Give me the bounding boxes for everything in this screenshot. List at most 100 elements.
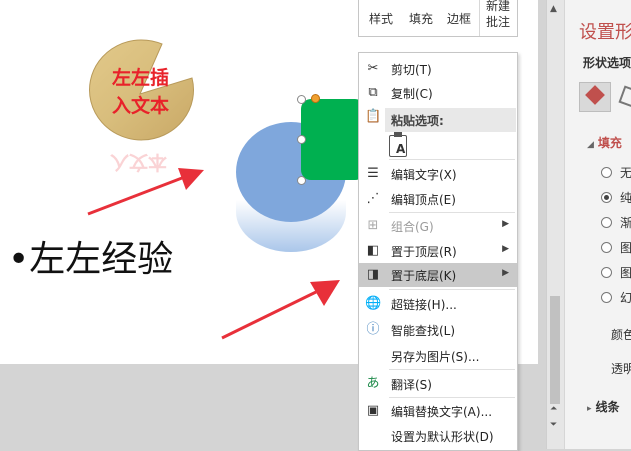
vertical-scrollbar[interactable]: ▲ ⏶ ⏷	[546, 0, 564, 449]
fill-option-picture[interactable]: 图	[601, 239, 631, 256]
fill-option-label: 图	[620, 266, 631, 280]
fill-option-label: 纯	[620, 191, 631, 205]
menu-item-send-to-back[interactable]: ◨ 置于底层(K) ▶	[359, 263, 517, 287]
menu-item-translate[interactable]: あ 翻译(S)	[359, 372, 517, 396]
scissors-icon: ✂	[367, 61, 379, 76]
collapse-icon: ◢	[587, 140, 594, 150]
fill-option-label: 图	[620, 241, 631, 255]
menu-item-save-as-picture[interactable]: 另存为图片(S)...	[359, 344, 517, 368]
paste-keep-text-icon[interactable]: A	[389, 132, 407, 157]
menu-item-edit-points[interactable]: ⋰ 编辑顶点(E)	[359, 187, 517, 211]
radio-icon	[601, 242, 612, 253]
context-menu: ✂ 剪切(T) ⧉ 复制(C) 📋 粘贴选项: A ☰ 编辑文字(X) ⋰ 编辑…	[358, 52, 518, 451]
radio-selected-icon	[601, 192, 612, 203]
radio-icon	[601, 292, 612, 303]
menu-item-bring-to-front[interactable]: ◧ 置于顶层(R) ▶	[359, 239, 517, 263]
menu-item-hyperlink[interactable]: 🌐 超链接(H)...	[359, 292, 517, 316]
fill-line-tab[interactable]	[579, 82, 611, 112]
paste-icon: 📋	[365, 109, 382, 124]
menu-item-label: 剪切(T)	[391, 63, 432, 77]
menu-separator	[389, 212, 515, 213]
new-comment-line-2: 批注	[485, 15, 510, 29]
menu-item-cut[interactable]: ✂ 剪切(T)	[359, 57, 517, 81]
menu-item-smart-lookup[interactable]: ⓘ 智能查找(L)	[359, 318, 517, 342]
lines-section[interactable]: ▸ 线条	[587, 398, 620, 415]
fill-option-label: 无	[620, 166, 631, 180]
menu-item-label: 翻译(S)	[391, 378, 432, 392]
fill-option-gradient[interactable]: 渐	[601, 214, 631, 231]
edit-points-icon: ⋰	[366, 191, 380, 206]
smart-lookup-icon: ⓘ	[366, 322, 380, 337]
style-button[interactable]: 样式	[365, 0, 397, 36]
previous-slide-icon[interactable]: ⏶	[550, 404, 557, 414]
bring-front-icon: ◧	[366, 243, 380, 258]
fill-option-slide-background[interactable]: 幻	[601, 289, 631, 306]
format-shape-pane: 设置形 形状选项 ◢填充 无 纯 渐 图 图 幻 颜色 透明 ▸线条	[564, 0, 631, 449]
submenu-arrow-icon: ▶	[502, 219, 509, 229]
menu-item-label: 组合(G)	[391, 220, 434, 234]
menu-item-label: 智能查找(L)	[391, 324, 456, 338]
fill-option-label: 幻	[620, 291, 631, 305]
mini-toolbar: 样式 填充 边框 新建 批注	[358, 0, 518, 37]
adjust-handle[interactable]	[311, 94, 320, 103]
resize-handle-bottom-left[interactable]	[297, 176, 306, 185]
alt-text-icon: ▣	[366, 403, 380, 418]
fill-option-pattern[interactable]: 图	[601, 264, 631, 281]
color-label: 颜色	[611, 328, 631, 342]
submenu-arrow-icon: ▶	[502, 268, 509, 278]
menu-item-label: 编辑替换文字(A)...	[391, 405, 493, 419]
hyperlink-icon: 🌐	[365, 296, 382, 311]
menu-separator	[389, 397, 515, 398]
textbox-line-1: 左左插	[112, 67, 170, 89]
fill-section-label: 填充	[597, 136, 622, 150]
menu-item-label: 编辑顶点(E)	[391, 193, 456, 207]
fill-option-label: 渐	[620, 216, 631, 230]
scroll-thumb[interactable]	[550, 296, 560, 404]
next-slide-icon[interactable]: ⏷	[550, 420, 557, 430]
menu-item-group[interactable]: ⊞ 组合(G) ▶	[359, 214, 517, 238]
menu-item-label: 另存为图片(S)...	[391, 350, 480, 364]
clipboard-clip	[394, 132, 402, 137]
menu-item-copy[interactable]: ⧉ 复制(C)	[359, 81, 517, 105]
inserted-textbox[interactable]: 左左插 入文本	[112, 64, 169, 120]
submenu-arrow-icon: ▶	[502, 244, 509, 254]
transparency-label: 透明	[611, 362, 631, 376]
menu-separator	[389, 369, 515, 370]
paste-text-glyph: A	[396, 142, 406, 156]
menu-item-label: 置于顶层(R)	[391, 245, 457, 259]
paste-options-label: 粘贴选项:	[391, 114, 444, 128]
group-icon: ⊞	[367, 218, 379, 233]
send-back-icon: ◨	[366, 267, 380, 282]
new-comment-line-1: 新建	[485, 0, 510, 13]
menu-item-set-default-shape[interactable]: 设置为默认形状(D)	[359, 424, 517, 448]
radio-icon	[601, 217, 612, 228]
expand-icon: ▸	[587, 404, 592, 414]
green-rounded-rectangle[interactable]	[301, 99, 365, 180]
paste-options-header: 粘贴选项:	[385, 108, 516, 132]
fill-option-solid[interactable]: 纯	[601, 189, 631, 206]
bullet-text[interactable]: •左左经验	[8, 230, 173, 282]
translate-icon: あ	[366, 376, 380, 391]
resize-handle-middle-left[interactable]	[297, 135, 306, 144]
red-arrow-annotation	[221, 280, 340, 340]
copy-icon: ⧉	[368, 85, 378, 100]
menu-separator	[389, 159, 515, 160]
menu-item-edit-text[interactable]: ☰ 编辑文字(X)	[359, 162, 517, 186]
radio-icon	[601, 167, 612, 178]
effects-tab-icon[interactable]	[618, 85, 631, 109]
toolbar-separator	[479, 0, 480, 36]
menu-item-edit-alt-text[interactable]: ▣ 编辑替换文字(A)...	[359, 399, 517, 423]
menu-item-label: 编辑文字(X)	[391, 168, 457, 182]
border-button[interactable]: 边框	[443, 0, 475, 36]
fill-section[interactable]: ◢ 填充	[587, 134, 622, 151]
menu-item-label: 复制(C)	[391, 87, 433, 101]
new-comment-button[interactable]: 新建 批注	[481, 0, 515, 30]
edit-text-icon: ☰	[367, 166, 379, 181]
scroll-up-icon[interactable]: ▲	[550, 4, 557, 14]
fill-option-none[interactable]: 无	[601, 164, 631, 181]
lines-section-label: 线条	[595, 400, 620, 414]
radio-icon	[601, 267, 612, 278]
fill-button[interactable]: 填充	[405, 0, 437, 36]
menu-item-label: 置于底层(K)	[391, 269, 457, 283]
resize-handle-top-left[interactable]	[297, 95, 306, 104]
